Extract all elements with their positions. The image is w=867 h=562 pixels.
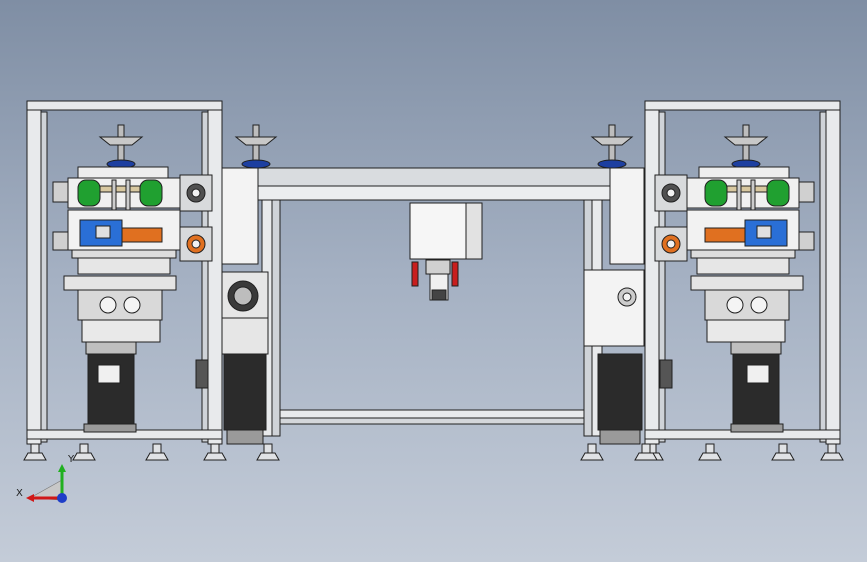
gantry-left-handwheel [234, 124, 278, 169]
gantry-right-handwheel [590, 124, 634, 169]
gantry-bottom-rail [279, 409, 585, 419]
triad-y-arrowhead [58, 464, 66, 472]
gantry-right-carriage [609, 167, 645, 265]
right-gearbox-motor [690, 275, 804, 433]
machine-assembly-drawing: X Y [16, 100, 844, 503]
axis-triad: X Y [16, 454, 75, 503]
triad-y-label: Y [67, 454, 75, 465]
left-station [23, 100, 227, 461]
triad-x-label: X [16, 488, 23, 499]
right-head [671, 166, 815, 275]
right-handwheel [723, 124, 769, 169]
gantry-left-carriage [221, 167, 259, 265]
cad-viewport[interactable]: X Y [0, 0, 867, 562]
left-gearbox-motor [63, 275, 177, 433]
triad-origin [57, 493, 67, 503]
gantry-feet [256, 443, 658, 461]
center-tool-head [409, 202, 483, 301]
left-feet [23, 443, 227, 461]
triad-x-arrowhead [26, 494, 34, 502]
left-head [52, 166, 196, 275]
gantry-top-beam [221, 167, 641, 187]
right-station [640, 100, 844, 461]
central-gantry [195, 124, 673, 461]
left-handwheel [98, 124, 144, 169]
right-feet [640, 443, 844, 461]
